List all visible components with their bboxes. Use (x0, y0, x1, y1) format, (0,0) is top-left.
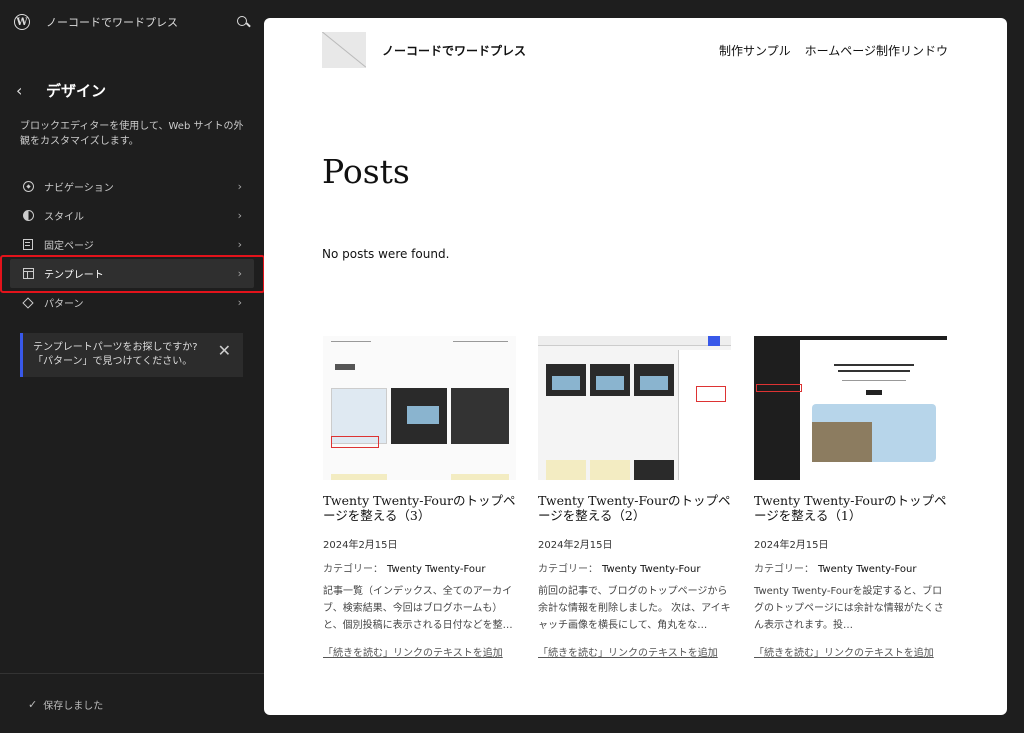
chevron-right-icon: › (237, 267, 242, 280)
site-title[interactable]: ノーコードでワードプレス (382, 42, 705, 59)
site-navigation: 制作サンプル ホームページ制作リンドウ (705, 42, 948, 59)
post-category: カテゴリー： Twenty Twenty-Four (538, 560, 731, 575)
sidebar: W ノーコードでワードプレス ‹ デザイン ブロックエディターを使用して、Web… (0, 0, 265, 733)
section-header: ‹ デザイン (0, 80, 264, 101)
category-link[interactable]: Twenty Twenty-Four (387, 564, 486, 575)
category-link[interactable]: Twenty Twenty-Four (602, 564, 701, 575)
check-icon: ✓ (28, 698, 38, 711)
chevron-right-icon: › (237, 296, 242, 309)
diamond-icon (22, 296, 34, 309)
post-card: Twenty Twenty-Fourのトップページを整える（2） 2024年2月… (538, 336, 731, 659)
back-chevron-icon[interactable]: ‹ (16, 81, 36, 100)
wordpress-logo-icon[interactable]: W (14, 14, 30, 30)
nav-item-label: スタイル (44, 212, 84, 223)
no-posts-message: No posts were found. (322, 247, 450, 261)
chevron-right-icon: › (237, 209, 242, 222)
chevron-right-icon: › (237, 238, 242, 251)
nav-item-patterns[interactable]: パターン › (10, 288, 254, 317)
notice: テンプレートパーツをお探しですか? 「パターン」で見つけてください。 ✕ (20, 333, 243, 377)
site-header: ノーコードでワードプレス 制作サンプル ホームページ制作リンドウ (322, 32, 948, 68)
category-label: カテゴリー： (323, 564, 383, 575)
post-card: Twenty Twenty-Fourのトップページを整える（1） 2024年2月… (754, 336, 947, 659)
section-title: デザイン (46, 82, 107, 100)
half-circle-icon (22, 210, 34, 222)
site-logo-placeholder[interactable] (322, 32, 366, 68)
category-link[interactable]: Twenty Twenty-Four (818, 564, 917, 575)
post-date: 2024年2月15日 (538, 540, 613, 551)
chevron-right-icon: › (237, 180, 242, 193)
page-title: Posts (322, 152, 410, 191)
post-excerpt: 前回の記事で、ブログのトップページから余計な情報を削除しました。 次は、アイキャ… (538, 586, 731, 631)
site-name[interactable]: ノーコードでワードプレス (46, 14, 236, 30)
nav-item-label: テンプレート (44, 270, 104, 281)
post-excerpt: 記事一覧（インデックス、全てのアーカイブ、検索結果、今回はブログホームも）と、個… (323, 586, 513, 631)
save-status: ✓ 保存しました (28, 697, 103, 712)
category-label: カテゴリー： (754, 564, 814, 575)
save-status-label: 保存しました (43, 701, 104, 712)
layout-icon (22, 268, 34, 280)
post-card: Twenty Twenty-Fourのトップページを整える（3） 2024年2月… (323, 336, 516, 659)
page-icon (22, 239, 34, 251)
post-excerpt: Twenty Twenty-Fourを設定すると、ブログのトップページには余計な… (754, 586, 944, 631)
post-thumbnail[interactable] (754, 336, 947, 480)
read-more-link[interactable]: 「続きを読む」リンクのテキストを追加 (538, 644, 731, 659)
close-icon[interactable]: ✕ (218, 343, 231, 359)
nav-link[interactable]: ホームページ制作リンドウ (805, 42, 948, 59)
editor-canvas[interactable]: ノーコードでワードプレス 制作サンプル ホームページ制作リンドウ Posts N… (264, 18, 1007, 715)
post-thumbnail[interactable] (323, 336, 516, 480)
nav-link[interactable]: 制作サンプル (719, 42, 791, 59)
section-description: ブロックエディターを使用して、Web サイトの外観をカスタマイズします。 (20, 121, 244, 147)
divider (0, 673, 264, 674)
notice-text: テンプレートパーツをお探しですか? 「パターン」で見つけてください。 (33, 342, 198, 367)
category-label: カテゴリー： (538, 564, 598, 575)
search-icon[interactable] (236, 15, 250, 29)
nav-item-label: ナビゲーション (44, 183, 114, 194)
post-title[interactable]: Twenty Twenty-Fourのトップページを整える（1） (754, 493, 947, 523)
compass-icon (22, 181, 34, 193)
post-title[interactable]: Twenty Twenty-Fourのトップページを整える（2） (538, 493, 731, 523)
read-more-link[interactable]: 「続きを読む」リンクのテキストを追加 (754, 644, 947, 659)
post-thumbnail[interactable] (538, 336, 731, 480)
post-category: カテゴリー： Twenty Twenty-Four (323, 560, 516, 575)
design-nav: ナビゲーション › スタイル › 固定ページ › テンプレート › パターン › (0, 172, 264, 317)
nav-item-styles[interactable]: スタイル › (10, 201, 254, 230)
nav-item-label: 固定ページ (44, 241, 94, 252)
nav-item-pages[interactable]: 固定ページ › (10, 230, 254, 259)
nav-item-templates[interactable]: テンプレート › (10, 259, 254, 288)
post-date: 2024年2月15日 (754, 540, 829, 551)
post-date: 2024年2月15日 (323, 540, 398, 551)
post-category: カテゴリー： Twenty Twenty-Four (754, 560, 947, 575)
read-more-link[interactable]: 「続きを読む」リンクのテキストを追加 (323, 644, 516, 659)
sidebar-topbar: W ノーコードでワードプレス (0, 0, 264, 44)
post-title[interactable]: Twenty Twenty-Fourのトップページを整える（3） (323, 493, 516, 523)
nav-item-label: パターン (44, 299, 84, 310)
nav-item-navigation[interactable]: ナビゲーション › (10, 172, 254, 201)
